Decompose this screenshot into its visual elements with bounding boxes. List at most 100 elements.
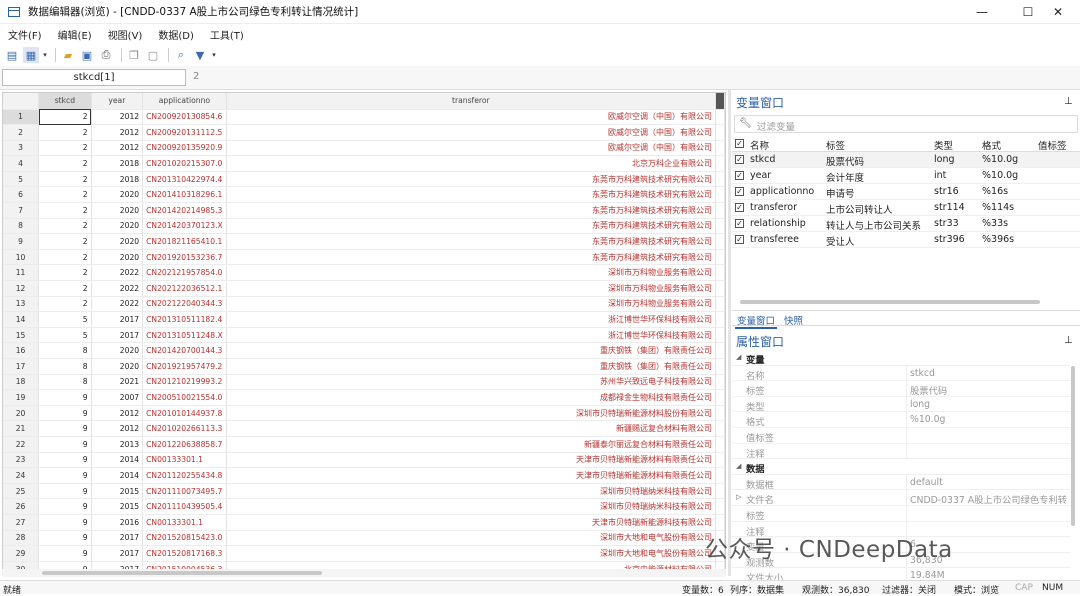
cell-stkcd[interactable]: 8 <box>38 342 92 359</box>
cell-next[interactable] <box>715 436 725 453</box>
cell-transferor[interactable]: 东莞市万科建筑技术研究有限公司 <box>226 249 716 266</box>
variable-row[interactable]: ✓ relationship 转让人与上市公司关系 str33 %33s <box>732 216 1080 232</box>
row-number[interactable]: 13 <box>3 296 40 313</box>
cell-transferor[interactable]: 深圳市万科物业服务有限公司 <box>226 296 716 313</box>
expand-icon[interactable]: ▷ <box>736 493 741 501</box>
property-row[interactable]: 名称 stkcd <box>732 365 1070 382</box>
row-number[interactable]: 5 <box>3 171 40 188</box>
column-header-year[interactable]: year <box>91 93 144 110</box>
row-number[interactable]: 22 <box>3 436 40 453</box>
cell-year[interactable]: 2022 <box>91 264 144 282</box>
table-row[interactable]: 2 2 2012 CN200920131112.5 欧威尔空调（中国）有限公司 <box>3 124 725 141</box>
paste-icon[interactable]: ▢ <box>145 47 161 63</box>
table-icon[interactable]: ▤ <box>4 47 20 63</box>
property-row[interactable]: 注释 <box>732 443 1070 460</box>
cell-year[interactable]: 2017 <box>91 545 144 562</box>
cell-year[interactable]: 2020 <box>91 218 144 235</box>
header-value-label[interactable]: 值标签 <box>1038 138 1067 152</box>
cell-stkcd[interactable]: 2 <box>38 155 92 172</box>
variable-checkbox[interactable]: ✓ <box>735 235 744 244</box>
cell-year[interactable]: 2015 <box>91 483 144 500</box>
row-number[interactable]: 27 <box>3 514 40 531</box>
table-row[interactable]: 18 8 2021 CN201210219993.2 苏州华兴致远电子科技有限公司 <box>3 374 725 391</box>
cell-stkcd[interactable]: 2 <box>38 233 92 250</box>
column-header-transferor[interactable]: transferor <box>226 93 716 110</box>
close-button[interactable]: ✕ <box>1036 0 1080 24</box>
filter-variables-input[interactable]: 🔧︎ 过滤变量 <box>734 115 1078 133</box>
menu-tools[interactable]: 工具(T) <box>210 27 244 42</box>
cell-year[interactable]: 2012 <box>91 405 144 422</box>
scrollbar-thumb[interactable] <box>42 571 322 575</box>
cell-year[interactable]: 2007 <box>91 389 144 406</box>
table-row[interactable]: 9 2 2020 CN201821165410.1 东莞市万科建筑技术研究有限公司 <box>3 233 725 250</box>
row-number[interactable]: 7 <box>3 202 40 219</box>
cell-transferor[interactable]: 欧威尔空调（中国）有限公司 <box>226 109 716 126</box>
property-row[interactable]: 标签 <box>732 505 1070 522</box>
row-number[interactable]: 1 <box>3 109 40 126</box>
cell-stkcd[interactable]: 2 <box>38 124 92 141</box>
row-number[interactable]: 12 <box>3 280 40 297</box>
row-number[interactable]: 26 <box>3 498 40 515</box>
cell-applicationno[interactable]: CN201120255434.8 <box>142 467 227 484</box>
tab-variables[interactable]: 变量窗口 <box>735 313 778 329</box>
cell-stkcd[interactable]: 2 <box>38 202 92 219</box>
header-format[interactable]: 格式 <box>982 138 1001 152</box>
find-icon[interactable]: ⌕ <box>173 47 189 63</box>
cell-transferor[interactable]: 深圳市万科物业服务有限公司 <box>226 264 716 282</box>
cell-applicationno[interactable]: CN201420700144.3 <box>142 342 227 359</box>
cell-next[interactable] <box>715 374 725 391</box>
cell-stkcd[interactable]: 2 <box>38 186 92 204</box>
properties-scrollbar[interactable] <box>1071 366 1075 526</box>
table-row[interactable]: 24 9 2014 CN201120255434.8 天津市贝特瑞新能源材料有限责任公司 <box>3 467 725 484</box>
table-row[interactable]: 12 2 2022 CN202122036512.1 深圳市万科物业服务有限公司 <box>3 280 725 297</box>
collapse-icon[interactable]: ◢ <box>736 462 741 470</box>
cell-year[interactable]: 2012 <box>91 420 144 437</box>
cell-applicationno[interactable]: CN201420214985.3 <box>142 202 227 219</box>
row-number[interactable]: 4 <box>3 155 40 172</box>
cell-stkcd[interactable]: 8 <box>38 374 92 391</box>
variable-checkbox[interactable]: ✓ <box>735 155 744 164</box>
table-row[interactable]: 21 9 2012 CN201020266113.3 新疆赐远复合材料有限公司 <box>3 420 725 437</box>
cell-next[interactable] <box>715 264 725 282</box>
cell-next[interactable] <box>715 186 725 204</box>
select-all-checkbox[interactable]: ✓ <box>735 139 744 148</box>
cell-transferor[interactable]: 新疆赐远复合材料有限公司 <box>226 420 716 437</box>
table-row[interactable]: 16 8 2020 CN201420700144.3 重庆钢铁（集团）有限责任公司 <box>3 342 725 359</box>
column-header-next[interactable] <box>715 93 725 110</box>
cell-year[interactable]: 2013 <box>91 436 144 453</box>
cell-next[interactable] <box>715 452 725 469</box>
row-number[interactable]: 3 <box>3 140 40 157</box>
variable-checkbox[interactable]: ✓ <box>735 187 744 196</box>
cell-year[interactable]: 2022 <box>91 296 144 313</box>
variable-row[interactable]: ✓ year 会计年度 int %10.0g <box>732 168 1080 184</box>
cell-transferor[interactable]: 成都禄金生物科技有限责任公司 <box>226 389 716 406</box>
cell-stkcd[interactable]: 2 <box>38 280 92 297</box>
cell-next[interactable] <box>715 467 725 484</box>
cell-next[interactable] <box>715 358 725 375</box>
variable-checkbox[interactable]: ✓ <box>735 203 744 212</box>
row-number[interactable]: 9 <box>3 233 40 250</box>
cell-next[interactable] <box>715 155 725 172</box>
row-number[interactable]: 25 <box>3 483 40 500</box>
cell-applicationno[interactable]: CN00133301.1 <box>142 452 227 469</box>
cell-applicationno[interactable]: CN202122040344.3 <box>142 296 227 313</box>
row-number[interactable]: 20 <box>3 405 40 422</box>
table-row[interactable]: 25 9 2015 CN201110073495.7 深圳市贝特瑞纳米科技有限公司 <box>3 483 725 500</box>
cell-applicationno[interactable]: CN201920153236.7 <box>142 249 227 266</box>
row-number[interactable]: 17 <box>3 358 40 375</box>
property-row[interactable]: 类型 long <box>732 396 1070 413</box>
row-number[interactable]: 29 <box>3 545 40 562</box>
cell-applicationno[interactable]: CN201010144937.8 <box>142 405 227 422</box>
cell-applicationno[interactable]: CN201310511248.X <box>142 327 227 344</box>
cell-year[interactable]: 2012 <box>91 140 144 157</box>
dropdown-icon[interactable]: ▾ <box>211 47 217 63</box>
variable-row[interactable]: ✓ stkcd 股票代码 long %10.0g <box>732 152 1080 168</box>
cell-transferor[interactable]: 欧威尔空调（中国）有限公司 <box>226 140 716 157</box>
cell-stkcd[interactable]: 5 <box>38 327 92 344</box>
cell-next[interactable] <box>715 311 725 328</box>
cell-applicationno[interactable]: CN200920130854.6 <box>142 109 227 126</box>
cell-next[interactable] <box>715 171 725 188</box>
row-number[interactable]: 8 <box>3 218 40 235</box>
cell-applicationno[interactable]: CN201921957479.2 <box>142 358 227 375</box>
cell-applicationno[interactable]: CN200920131112.5 <box>142 124 227 141</box>
